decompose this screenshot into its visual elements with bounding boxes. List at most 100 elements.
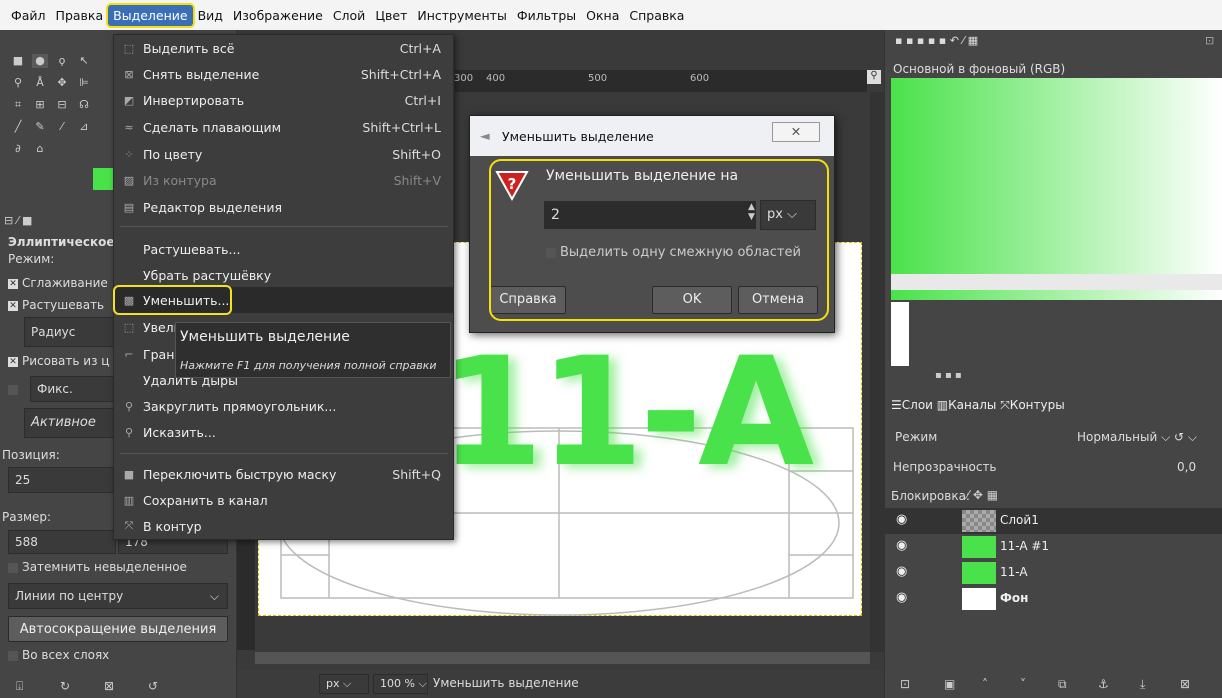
menu-item-invert[interactable]: ◩ Инвертировать Ctrl+I [114, 87, 453, 113]
rect-select-icon[interactable]: ■ [10, 54, 26, 68]
eye-icon[interactable]: ◉ [896, 564, 907, 579]
menu-color[interactable]: Цвет [370, 5, 412, 26]
lower-icon[interactable]: ˅ [1020, 677, 1026, 691]
menu-view[interactable]: Вид [193, 5, 228, 26]
ink-icon[interactable]: ⁄ [54, 120, 70, 134]
layer-row[interactable]: ◉ Фон [884, 586, 1222, 612]
antialias-checkbox[interactable]: ✕ Сглаживание [8, 276, 108, 290]
menu-file[interactable]: Файл [6, 5, 51, 26]
warp-icon[interactable]: ☊ [76, 98, 92, 112]
fill-icon[interactable]: ⊿ [76, 120, 92, 134]
zoom-icon[interactable]: ⚲ [10, 76, 26, 90]
layer-row[interactable]: ◉ Слой1 [884, 508, 1222, 534]
lasso-icon[interactable]: ϙ [54, 54, 70, 68]
layer-row[interactable]: ◉ 11-A #1 [884, 534, 1222, 560]
panel-menu-icon[interactable]: ⊡ [1205, 34, 1214, 47]
merge-icon[interactable]: ⤓ [1140, 677, 1145, 692]
horizontal-scrollbar[interactable] [255, 652, 870, 664]
horizontal-ruler: 300 400 500 600 [454, 70, 867, 92]
ruler-tick-600: 600 [690, 73, 710, 84]
cage-icon[interactable]: ⊟ [54, 98, 70, 112]
unit-select[interactable]: px ⌵ [319, 674, 369, 694]
measure-icon[interactable]: Å [32, 76, 48, 90]
fixed-value-field[interactable]: Активное [24, 408, 114, 438]
menu-help[interactable]: Справка [624, 5, 689, 26]
menu-item-select-all[interactable]: ⬚ Выделить всё Ctrl+A [114, 35, 453, 61]
menu-item-float[interactable]: ≈ Сделать плавающим Shift+Ctrl+L [114, 114, 453, 140]
menu-item-sharpen[interactable]: Убрать растушёвку [114, 262, 453, 288]
menu-item-quick-mask[interactable]: ■ Переключить быструю маску Shift+Q [114, 461, 453, 487]
new-group-icon[interactable]: ▣ [944, 677, 955, 691]
channels-tab[interactable]: ▥Каналы [937, 398, 997, 412]
draw-from-center-checkbox[interactable]: ✕ Рисовать из ц [8, 354, 109, 368]
all-layers-checkbox[interactable]: Во всех слоях [8, 648, 109, 662]
ellipse-select-icon[interactable]: ● [32, 54, 48, 68]
fixed-checkbox[interactable] [8, 382, 22, 396]
move-icon[interactable]: ✥ [54, 76, 70, 90]
transform-icon[interactable]: ⊞ [32, 98, 48, 112]
menu-item-select-none[interactable]: ⊠ Снять выделение Shift+Ctrl+A [114, 61, 453, 87]
tool-options-tabs[interactable]: ⊟ ⁄ ■ [4, 214, 74, 230]
radius-field[interactable]: Радиус [24, 317, 114, 347]
guides-dropdown[interactable]: Линии по центру ⌵ [8, 583, 228, 609]
close-icon[interactable]: ✕ [772, 122, 820, 142]
shade-checkbox[interactable]: Затемнить невыделенное [8, 560, 187, 574]
paths-tab[interactable]: ⤧Контуры [1000, 398, 1065, 412]
align-icon[interactable]: ⊫ [76, 76, 92, 90]
layer-name: Фон [1000, 591, 1029, 605]
tooltip-hint: Нажмите F1 для получения полной справки [180, 359, 437, 372]
reset-icon[interactable]: ↺ [148, 679, 158, 693]
eye-icon[interactable]: ◉ [896, 512, 907, 527]
zoom-fit-icon[interactable]: ⚲ [867, 70, 881, 84]
raise-icon[interactable]: ˄ [982, 677, 988, 691]
crop-icon[interactable]: ⌗ [10, 98, 26, 112]
save-preset-icon[interactable]: ⍗ [16, 679, 23, 694]
layer-mode-select[interactable]: Нормальный ⌵ ↺ ⌵ [1077, 430, 1197, 445]
gradient-stop-bar[interactable] [891, 274, 1222, 290]
new-layer-icon[interactable]: ⊡ [900, 677, 910, 691]
delete-icon[interactable]: ⊠ [104, 679, 114, 693]
float-icon: ≈ [124, 120, 134, 134]
menu-item-save-channel[interactable]: ▥ Сохранить в канал [114, 487, 453, 513]
pencil-icon[interactable]: ╱ [10, 120, 26, 134]
eye-icon[interactable]: ◉ [896, 538, 907, 553]
menu-item-feather[interactable]: Растушевать... [114, 236, 453, 262]
feather-checkbox[interactable]: ✕ Растушевать [8, 298, 104, 312]
layer-row[interactable]: ◉ 11-A [884, 560, 1222, 586]
menu-item-selection-editor[interactable]: ▤ Редактор выделения [114, 194, 453, 220]
menu-edit[interactable]: Правка [51, 5, 109, 26]
paths-icon[interactable]: ∂ [10, 142, 26, 156]
menu-image[interactable]: Изображение [228, 5, 328, 26]
tooltip: Уменьшить выделение Нажмите F1 для получ… [175, 322, 451, 378]
menu-layer[interactable]: Слой [328, 5, 371, 26]
menu-item-by-color[interactable]: ⁘ По цвету Shift+O [114, 141, 453, 167]
move-pointer-icon[interactable]: ↖ [76, 54, 92, 68]
delete-layer-icon[interactable]: ⊠ [1180, 677, 1190, 691]
menu-filters[interactable]: Фильтры [512, 5, 581, 26]
gradient-buttons[interactable]: ▪ ▪ ▪ [935, 370, 1215, 384]
menu-tools[interactable]: Инструменты [412, 5, 511, 26]
autoshrink-button[interactable]: Автосокращение выделения [8, 616, 228, 642]
opacity-value[interactable]: 0,0 [1177, 460, 1196, 474]
lock-icons[interactable]: ⁄ ✥ ▦ [967, 488, 998, 502]
menu-item-distort[interactable]: ⚲ Исказить... [114, 419, 453, 445]
vertical-scrollbar[interactable] [870, 92, 884, 652]
restore-icon[interactable]: ↻ [60, 679, 70, 693]
layers-tab[interactable]: ☰Слои [891, 398, 933, 412]
brushes-tabs[interactable]: ▪ ▪ ▪ ▪ ▪ ↶ ⁄ ▦ [895, 34, 1065, 48]
eye-icon[interactable]: ◉ [896, 590, 907, 605]
menu-item-to-path[interactable]: ⤧ В контур [114, 513, 453, 539]
size-w-field[interactable]: 588 [8, 530, 116, 554]
menu-select[interactable]: Выделение [108, 4, 193, 26]
position-x-field[interactable]: 25 [8, 467, 116, 493]
menu-windows[interactable]: Окна [581, 5, 624, 26]
to-path-icon: ⤧ [124, 519, 134, 532]
zoom-select[interactable]: 100 % ⌵ [373, 674, 428, 694]
color-picker-icon[interactable]: ⌂ [32, 142, 48, 156]
anchor-icon[interactable]: ⚓ [1098, 677, 1109, 691]
brush-icon[interactable]: ✎ [32, 120, 48, 134]
duplicate-icon[interactable]: ⧉ [1058, 677, 1067, 692]
gradient-preview[interactable] [891, 78, 1222, 300]
menu-item-round-rect[interactable]: ⚲ Закруглить прямоугольник... [114, 393, 453, 419]
fixed-dropdown[interactable]: Фикс. Соотн [30, 376, 114, 420]
